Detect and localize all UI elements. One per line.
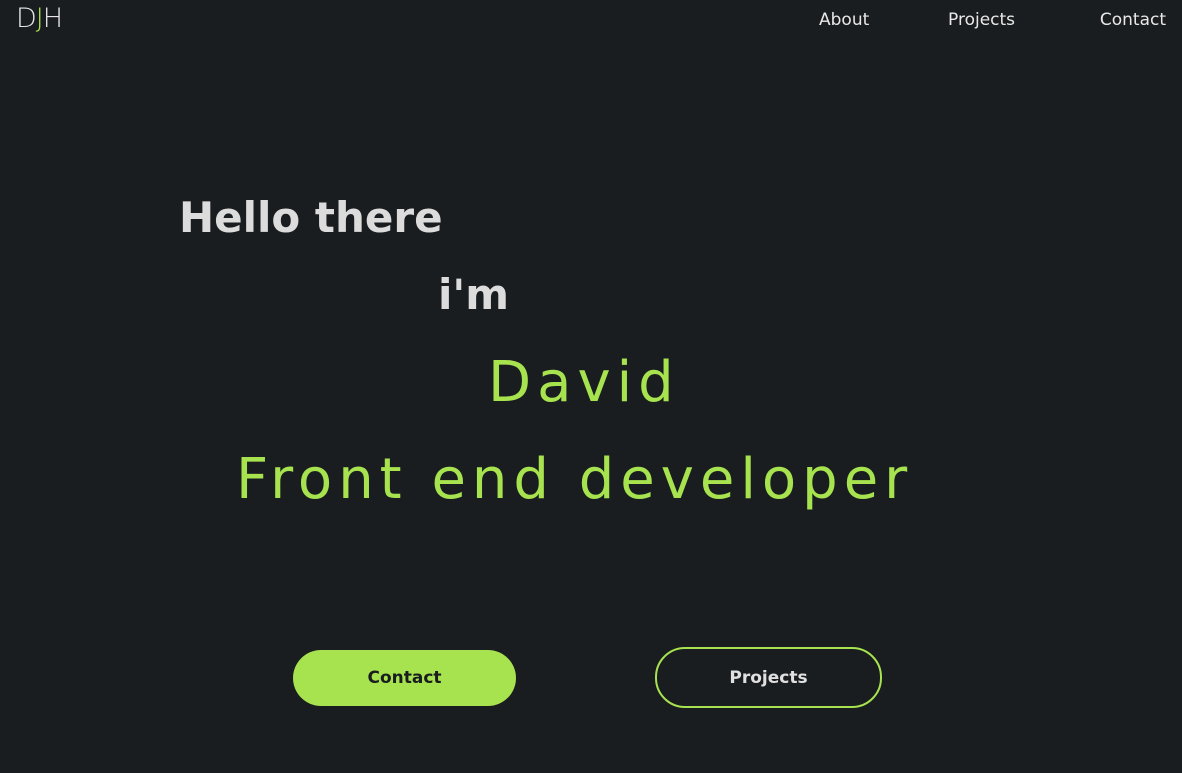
- contact-button[interactable]: Contact: [293, 650, 516, 706]
- nav-link-projects[interactable]: Projects: [948, 10, 1015, 30]
- nav-link-contact[interactable]: Contact: [1100, 10, 1166, 30]
- main-nav: About Projects Contact: [0, 10, 1182, 34]
- hero-greeting: Hello there: [179, 193, 443, 242]
- hero-role: Front end developer: [236, 447, 914, 512]
- hero-name: David: [488, 350, 680, 415]
- nav-link-about[interactable]: About: [819, 10, 869, 30]
- hero-intro: i'm: [438, 270, 510, 319]
- projects-button[interactable]: Projects: [655, 647, 882, 708]
